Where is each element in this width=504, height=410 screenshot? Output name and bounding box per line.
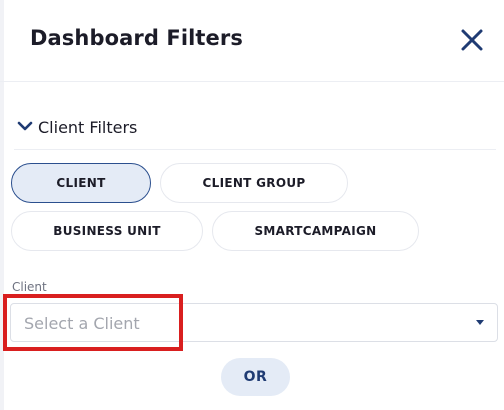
panel-title: Dashboard Filters [30,26,243,50]
panel-header: Dashboard Filters [0,0,504,82]
filter-client-button[interactable]: CLIENT [11,163,151,203]
filter-client-group-button[interactable]: CLIENT GROUP [160,163,348,203]
dashboard-filters-panel: Dashboard Filters Client Filters CLIENT … [0,0,504,410]
close-icon [461,29,483,51]
filter-smartcampaign-button[interactable]: SMARTCAMPAIGN [212,211,419,251]
dropdown-arrow-icon [476,320,484,325]
chevron-down-icon [17,121,33,131]
highlight-box [3,294,183,351]
close-button[interactable] [458,26,486,54]
section-label: Client Filters [38,118,138,137]
client-filters-toggle[interactable]: Client Filters [14,115,496,150]
client-field-label: Client [12,280,47,294]
or-button[interactable]: OR [221,358,290,396]
filter-business-unit-button[interactable]: BUSINESS UNIT [11,211,203,251]
